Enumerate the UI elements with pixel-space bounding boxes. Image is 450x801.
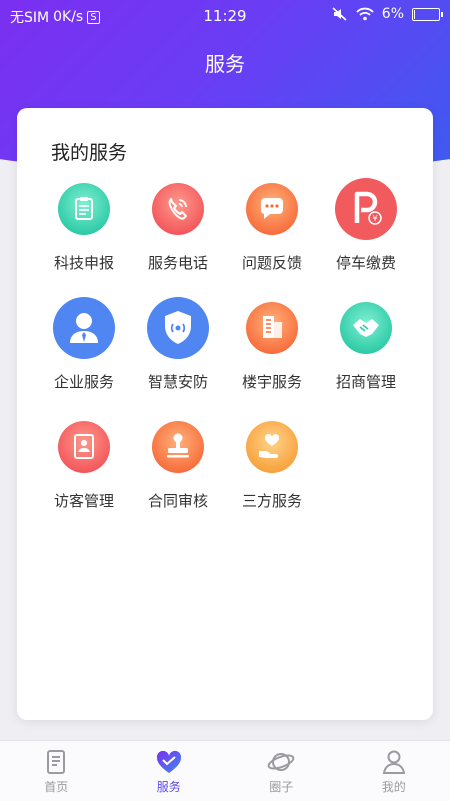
service-smart-security[interactable]: 智慧安防 xyxy=(131,297,225,392)
tab-services[interactable]: 服务 xyxy=(113,741,226,801)
service-label: 问题反馈 xyxy=(242,252,302,273)
tab-label: 我的 xyxy=(382,778,406,795)
person-icon xyxy=(53,297,115,359)
service-building[interactable]: 楼宇服务 xyxy=(225,297,319,392)
service-feedback[interactable]: 问题反馈 xyxy=(225,178,319,273)
planet-icon xyxy=(266,747,296,777)
services-grid: 科技申报 服务电话 xyxy=(17,178,433,511)
service-label: 访客管理 xyxy=(54,490,114,511)
parking-icon: ¥ xyxy=(335,178,397,240)
service-label: 招商管理 xyxy=(336,371,396,392)
service-label: 企业服务 xyxy=(54,371,114,392)
service-label: 楼宇服务 xyxy=(242,371,302,392)
tab-label: 服务 xyxy=(157,778,181,795)
tab-circle[interactable]: 圈子 xyxy=(225,741,338,801)
service-label: 停车缴费 xyxy=(336,252,396,273)
building-icon xyxy=(241,297,303,359)
clipboard-icon xyxy=(53,178,115,240)
bottom-tab-bar: 首页 服务 圈子 我的 xyxy=(0,740,450,801)
heart-hand-icon xyxy=(241,416,303,478)
service-enterprise[interactable]: 企业服务 xyxy=(37,297,131,392)
battery-icon xyxy=(412,8,440,21)
chat-bubble-icon xyxy=(241,178,303,240)
service-hotline[interactable]: 服务电话 xyxy=(131,178,225,273)
tab-profile[interactable]: 我的 xyxy=(338,741,450,801)
service-label: 合同审核 xyxy=(148,490,208,511)
page-title: 服务 xyxy=(0,48,450,77)
battery-percent: 6% xyxy=(382,6,404,22)
visitor-badge-icon xyxy=(53,416,115,478)
phone-icon xyxy=(147,178,209,240)
service-investment[interactable]: 招商管理 xyxy=(319,297,413,392)
service-third-party[interactable]: 三方服务 xyxy=(225,416,319,511)
tab-label: 首页 xyxy=(44,778,68,795)
service-label: 服务电话 xyxy=(148,252,208,273)
service-parking-payment[interactable]: ¥ 停车缴费 xyxy=(319,178,413,273)
service-label: 智慧安防 xyxy=(148,371,208,392)
service-contract-review[interactable]: 合同审核 xyxy=(131,416,225,511)
home-doc-icon xyxy=(41,747,71,777)
tab-label: 圈子 xyxy=(269,778,293,795)
battery-fill xyxy=(414,10,415,19)
shield-icon xyxy=(147,297,209,359)
tab-home[interactable]: 首页 xyxy=(0,741,113,801)
handshake-icon xyxy=(335,297,397,359)
card-title: 我的服务 xyxy=(51,138,127,165)
status-bar: 无SIM 0K/s S 11:29 6% xyxy=(0,0,450,32)
heart-service-icon xyxy=(154,747,184,777)
profile-icon xyxy=(379,747,409,777)
svg-text:¥: ¥ xyxy=(372,214,377,223)
service-label: 三方服务 xyxy=(242,490,302,511)
wifi-icon xyxy=(356,7,374,21)
my-services-card: 我的服务 科技申报 xyxy=(17,108,433,720)
stamp-icon xyxy=(147,416,209,478)
service-visitor[interactable]: 访客管理 xyxy=(37,416,131,511)
service-label: 科技申报 xyxy=(54,252,114,273)
status-right: 6% xyxy=(332,6,440,22)
mute-icon xyxy=(332,7,348,21)
service-tech-declaration[interactable]: 科技申报 xyxy=(37,178,131,273)
